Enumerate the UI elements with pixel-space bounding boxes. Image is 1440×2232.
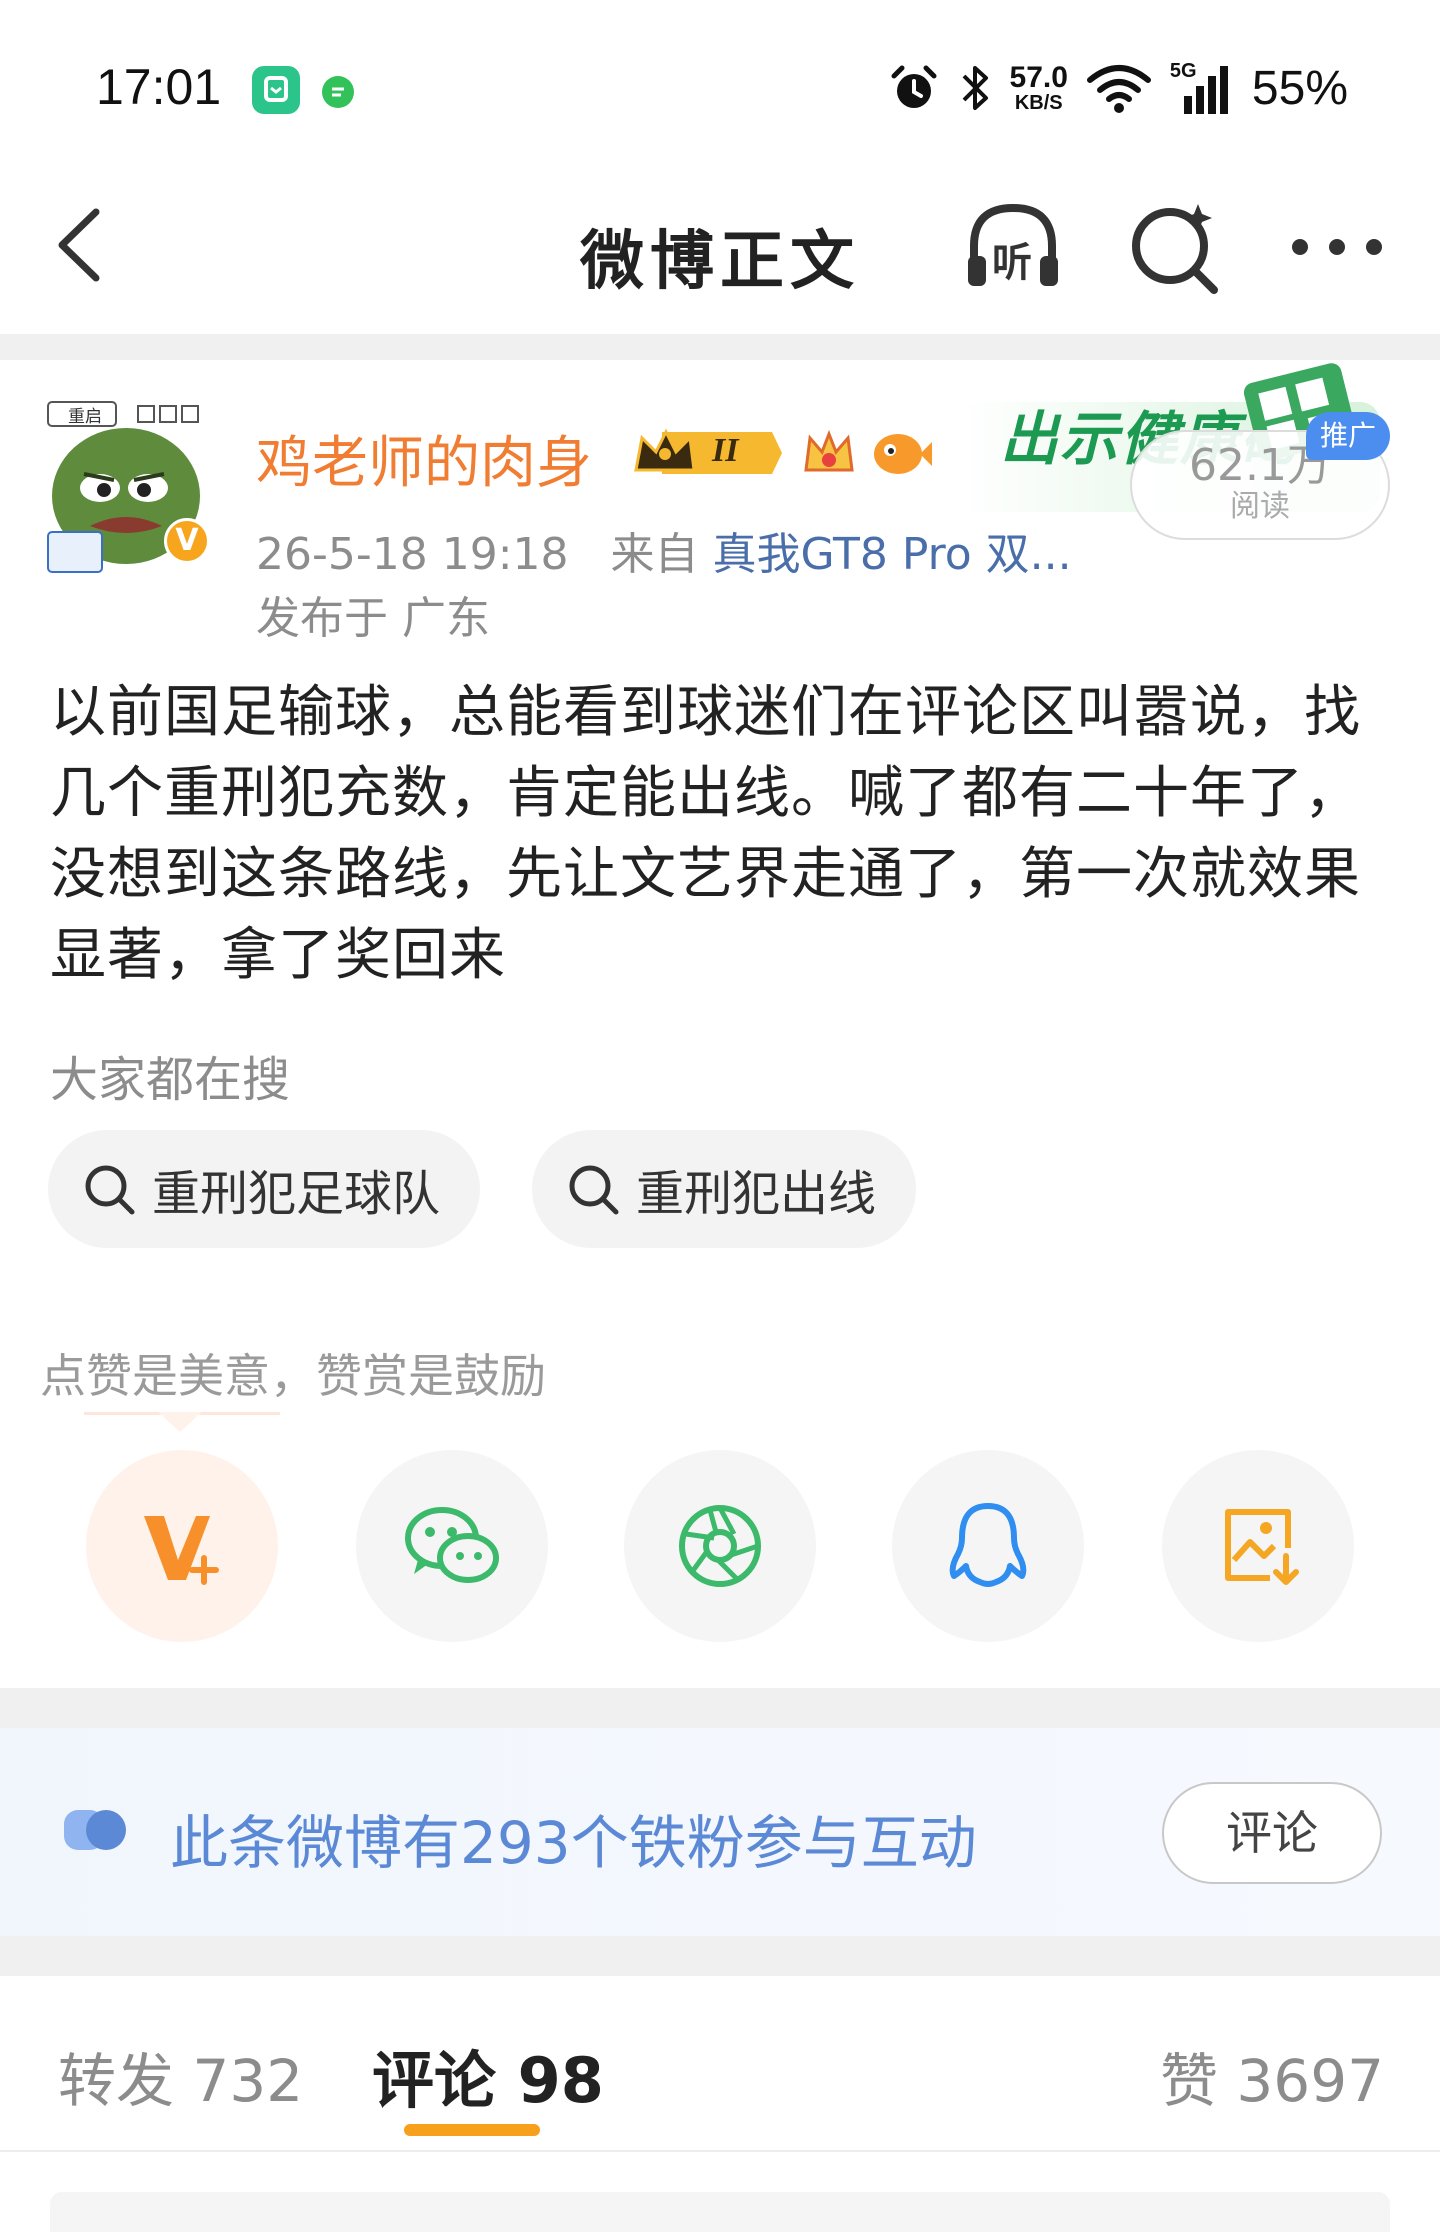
bluetooth-icon [962,66,988,110]
crown-emblem-icon [800,424,858,482]
search-chip-label: 重刑犯出线 [636,1166,877,1222]
reward-pointer [158,1412,202,1432]
section-divider [0,1688,1440,1728]
active-tab-indicator [404,2124,540,2136]
app-notification-icon [252,66,300,114]
section-divider [0,1936,1440,1976]
wifi-icon [1086,65,1151,113]
share-wechat-button[interactable] [356,1450,548,1642]
reward-v-plus-icon [144,1516,219,1585]
comment-list-card [50,2192,1390,2232]
avatar[interactable]: 重启 V [44,396,216,576]
fans-interaction-text[interactable]: 此条微博有293个铁粉参与互动 [170,1796,977,1880]
status-time: 17:01 [96,59,222,115]
member-crown-badge[interactable]: II [632,424,784,482]
save-image-icon [1225,1509,1299,1585]
search-icon [85,1165,135,1215]
search-icon [1132,204,1218,294]
net-speed: 57.0 KB/S [1009,61,1068,114]
post-body: 以前国足输球，总能看到球迷们在评论区叫嚣说，找几个重刑犯充数，肯定能出线。喊了都… [50,680,1361,988]
tab-like[interactable]: 赞 3697 [1160,2034,1384,2118]
post-location: 发布于 广东 [256,593,490,644]
search-section-title: 大家都在搜 [50,1052,291,1108]
share-qq-button[interactable] [892,1450,1084,1642]
reward-button[interactable] [86,1450,278,1642]
section-divider [0,334,1440,360]
search-icon [569,1165,619,1215]
source-prefix: 来自 [610,529,699,580]
save-image-button[interactable] [1162,1450,1354,1642]
message-notification-icon [322,76,354,108]
read-label: 阅读 [1230,489,1290,525]
avatar-sticker-label: 重启 [68,407,102,427]
fans-icon [62,1806,132,1854]
moments-icon [679,1505,761,1587]
search-chip-1[interactable]: 重刑犯足球队 [48,1130,481,1248]
fans-comment-button[interactable]: 评论 [1162,1782,1382,1884]
fish-emblem-icon [868,424,932,482]
wechat-icon [405,1507,499,1583]
post-meta: 26-5-18 19:18 来自 真我GT8 Pro 双... [256,518,1072,582]
tab-comment[interactable]: 评论 98 [372,2030,604,2120]
search-chip-label: 重刑犯足球队 [152,1166,441,1222]
status-indicators: 57.0 KB/S 5G 55% [888,60,1348,116]
tabs-divider [0,2150,1440,2152]
author-name[interactable]: 鸡老师的肉身 [256,418,592,499]
qq-icon [949,1503,1027,1587]
alarm-icon [891,65,937,108]
tab-repost[interactable]: 转发 732 [58,2034,303,2118]
more-icon [1292,239,1382,255]
search-chip-2[interactable]: 重刑犯出线 [532,1130,917,1248]
search-button[interactable] [1126,196,1222,296]
page-title: 微博正文 [580,225,860,299]
promo-tag: 推广 [1306,412,1390,460]
share-moments-button[interactable] [624,1450,816,1642]
post-datetime: 26-5-18 19:18 [256,529,569,580]
battery-level: 55% [1251,61,1348,115]
verified-badge: V [164,518,210,564]
listen-button[interactable]: 听 [958,196,1068,296]
more-button[interactable] [1282,222,1392,272]
signal-icon: 5G [1170,60,1234,114]
reward-hint: 点赞是美意，赞赏是鼓励 [40,1349,546,1403]
